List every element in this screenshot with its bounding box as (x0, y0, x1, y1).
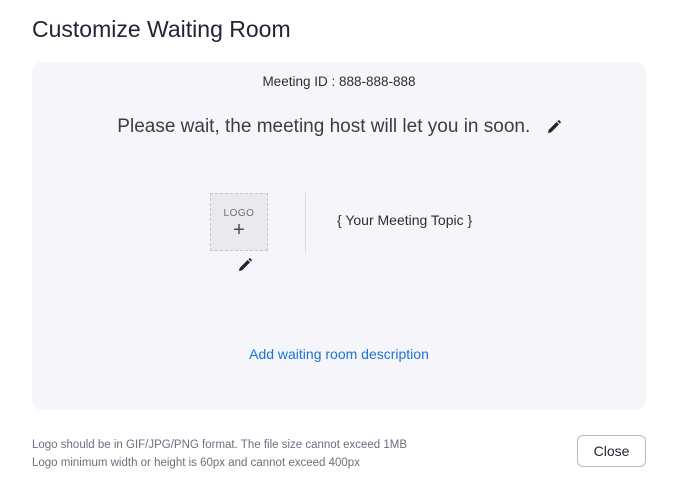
logo-format-hint: Logo should be in GIF/JPG/PNG format. Th… (32, 439, 408, 451)
meeting-id: Meeting ID : 888-888-888 (262, 74, 416, 89)
wait-message: Please wait, the meeting host will let y… (117, 116, 531, 137)
vertical-divider (305, 193, 306, 253)
logo-upload[interactable]: LOGO + (210, 193, 268, 251)
wait-message-row: Please wait, the meeting host will let y… (32, 114, 646, 140)
edit-logo-icon[interactable] (238, 258, 252, 272)
close-button[interactable]: Close (577, 435, 646, 467)
add-description-link[interactable]: Add waiting room description (32, 345, 646, 363)
dialog-title: Customize Waiting Room (32, 16, 291, 42)
logo-hints: Logo should be in GIF/JPG/PNG format. Th… (32, 436, 407, 472)
logo-size-hint: Logo minimum width or height is 60px and… (32, 457, 360, 469)
meeting-topic: { Your Meeting Topic } (337, 212, 473, 228)
edit-wait-message-icon[interactable] (547, 120, 561, 134)
waiting-room-preview: Meeting ID : 888-888-888 Please wait, th… (32, 62, 646, 410)
plus-icon: + (233, 219, 245, 241)
